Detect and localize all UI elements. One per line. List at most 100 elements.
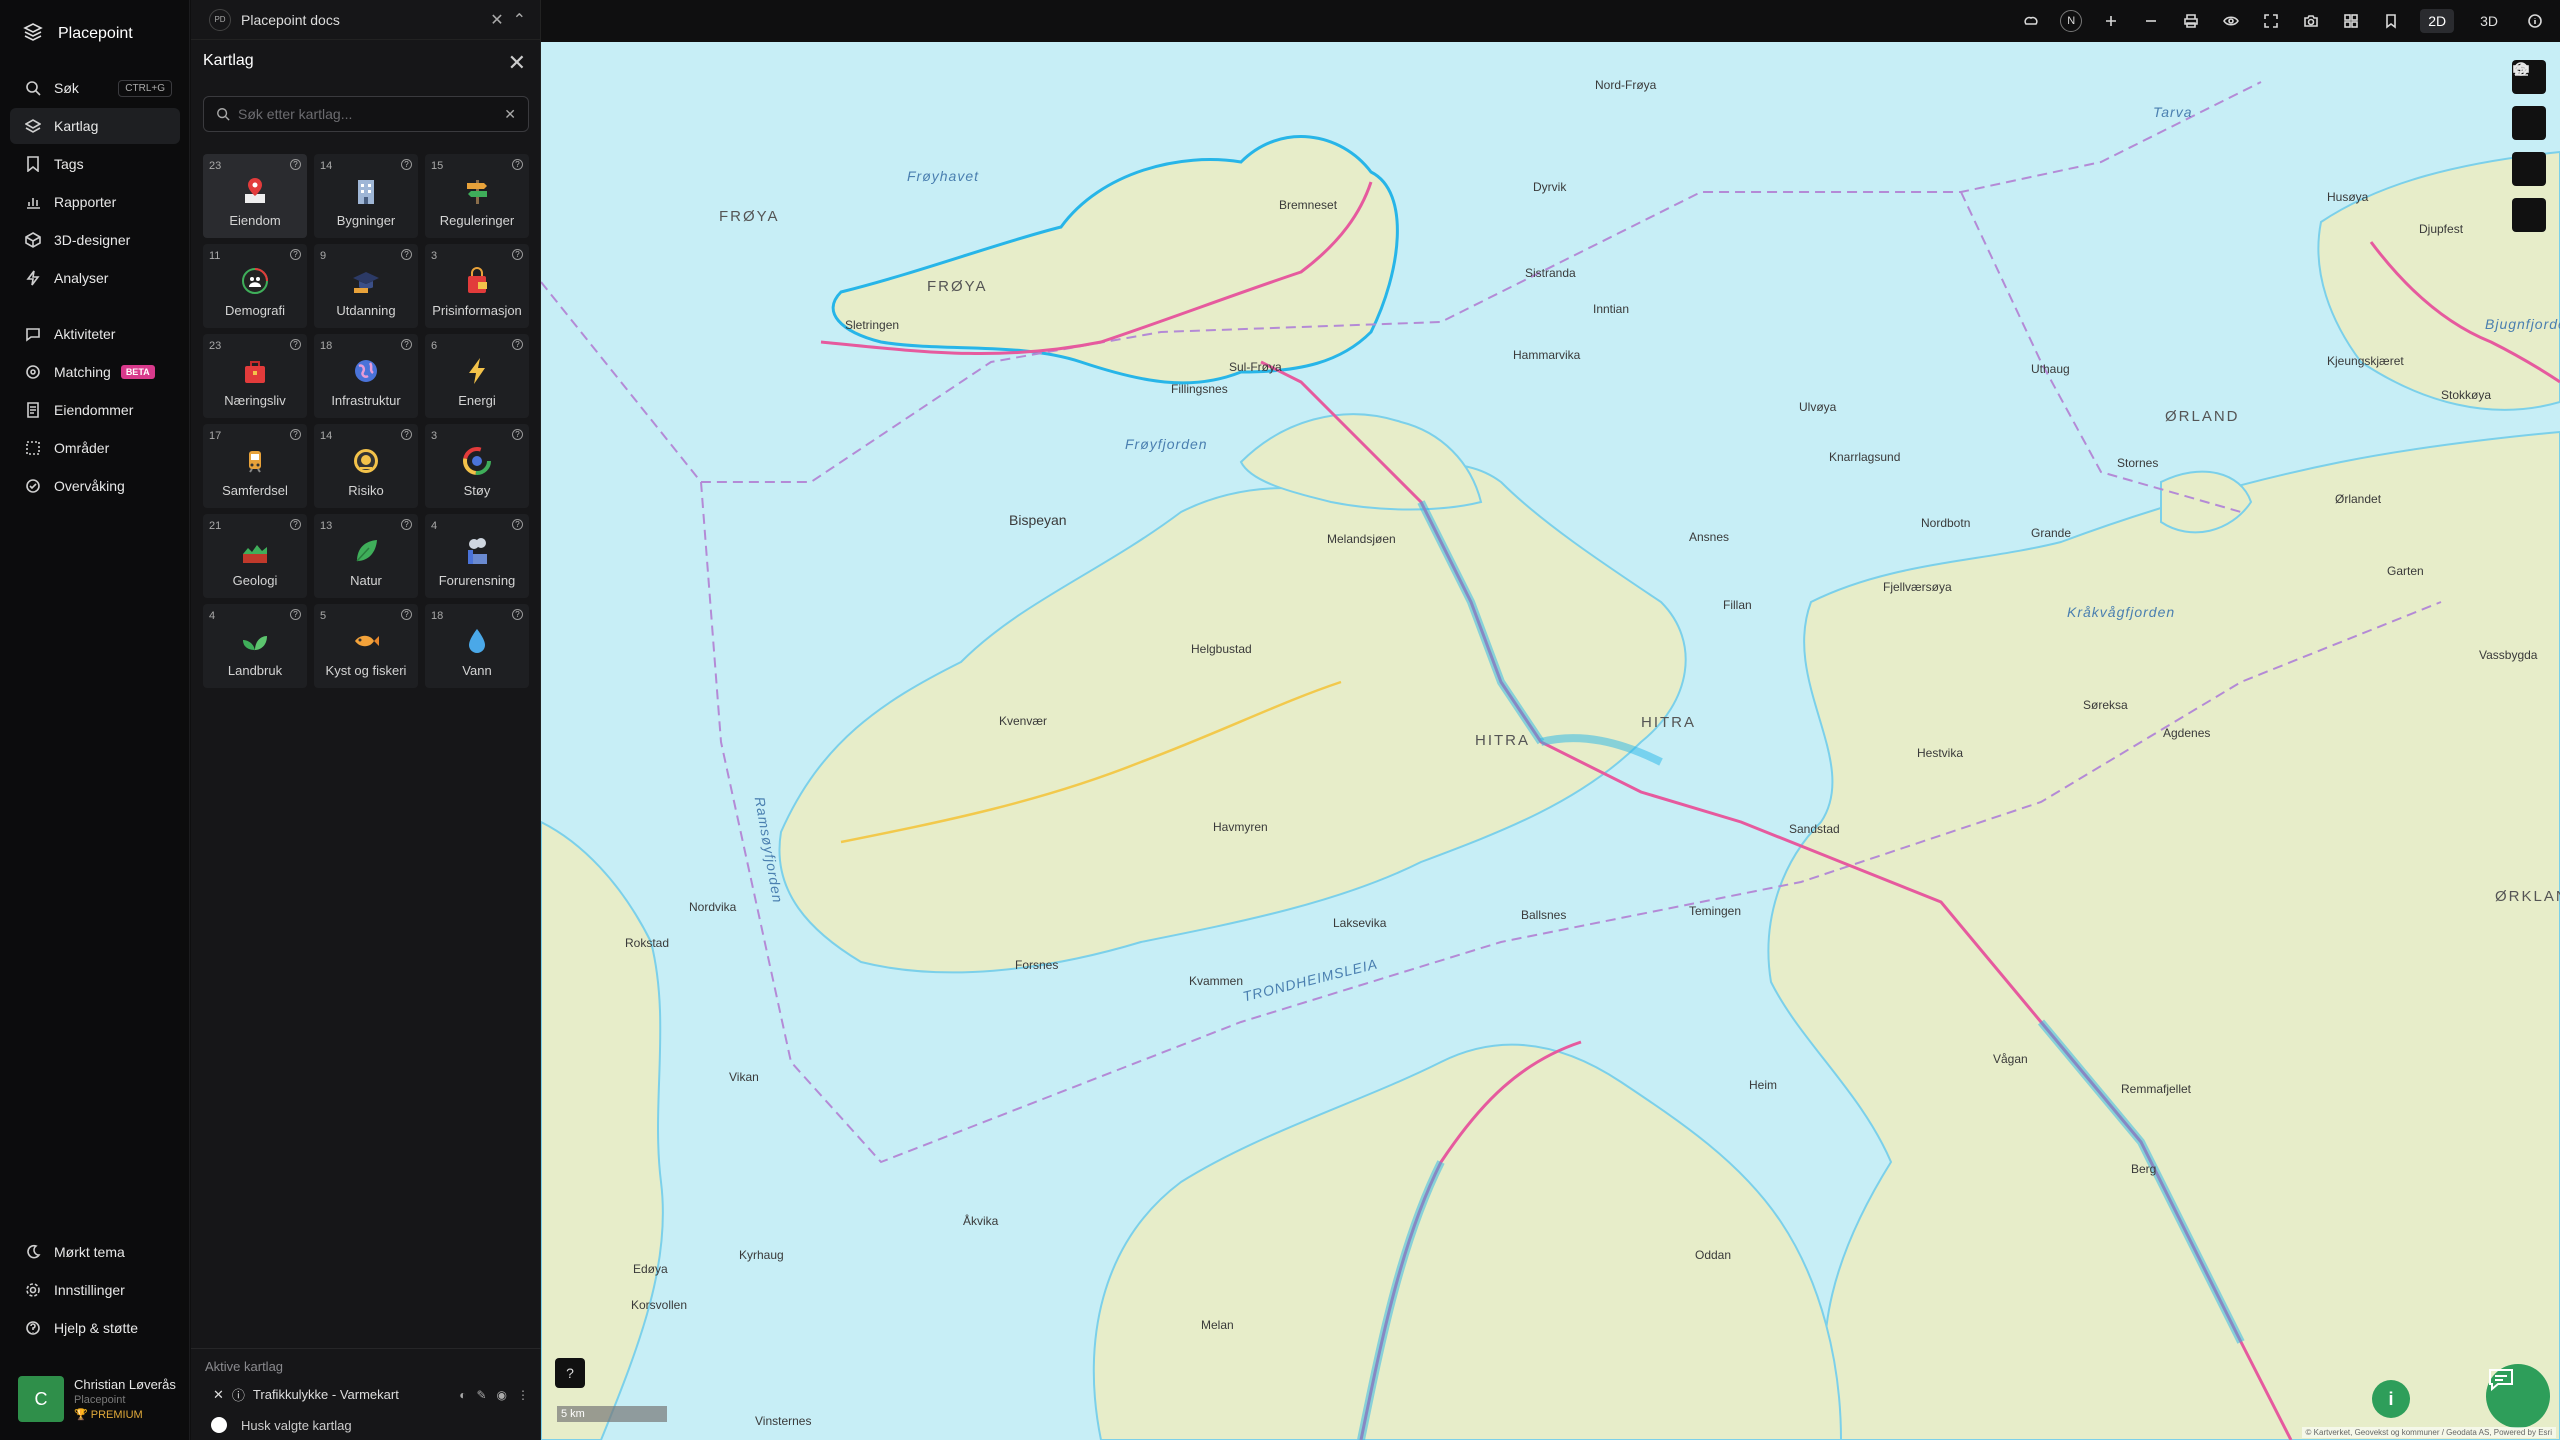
user-profile[interactable]: C Christian Løverås Placepoint 🏆 PREMIUM <box>18 1376 176 1422</box>
category-energi[interactable]: 6? Energi <box>425 334 529 418</box>
document-tab[interactable]: PD Placepoint docs ✕ ⌃ <box>191 0 540 40</box>
chart-tool-button[interactable] <box>2512 65 2546 186</box>
nav-matching[interactable]: Matching BETA <box>10 354 180 390</box>
compass-north-icon[interactable]: N <box>2060 10 2083 32</box>
category-natur[interactable]: 13? Natur <box>314 514 418 598</box>
opacity-icon[interactable]: ◐ <box>459 1388 466 1402</box>
info-icon[interactable]: ? <box>512 339 523 350</box>
nav-dark-theme[interactable]: Mørkt tema <box>10 1234 180 1270</box>
nav-help[interactable]: Hjelp & støtte <box>10 1310 180 1346</box>
nav-overvaking[interactable]: Overvåking <box>10 468 180 504</box>
close-doc-icon[interactable]: ✕ ⌃ <box>490 10 526 30</box>
edit-icon[interactable]: ✎ <box>476 1388 486 1402</box>
info-icon[interactable]: ? <box>290 429 301 440</box>
chat-fab[interactable] <box>2486 1364 2550 1428</box>
info-icon[interactable]: ? <box>401 609 412 620</box>
zoom-out-icon[interactable] <box>2140 10 2162 32</box>
search-icon <box>217 108 230 121</box>
area-icon <box>24 439 42 457</box>
info-icon[interactable]: ? <box>401 339 412 350</box>
remember-layers-toggle[interactable]: Husk valgte kartlag <box>211 1417 352 1433</box>
category-prisinformasjon[interactable]: 3? Prisinformasjon <box>425 244 529 328</box>
map-label-remmafjellet: Remmafjellet <box>2121 1082 2192 1096</box>
brand[interactable]: Placepoint <box>22 20 133 47</box>
info-icon[interactable]: ? <box>401 519 412 530</box>
info-icon[interactable]: ? <box>401 429 412 440</box>
map-label-inntian: Inntian <box>1593 302 1630 316</box>
category-count: 3 <box>431 250 438 262</box>
camera-icon[interactable] <box>2300 10 2322 32</box>
nav-search[interactable]: Søk CTRL+G <box>10 70 180 106</box>
category-samferdsel[interactable]: 17? Samferdsel <box>203 424 307 508</box>
map-label-laksevika: Laksevika <box>1333 916 1387 930</box>
map-label-sandstad: Sandstad <box>1789 822 1840 836</box>
category-risiko[interactable]: 14? Risiko <box>314 424 418 508</box>
map-label-froyfjorden: Frøyfjorden <box>1125 436 1208 452</box>
category-eiendom[interactable]: 23? Eiendom <box>203 154 307 238</box>
map-label-havmyren: Havmyren <box>1213 820 1268 834</box>
info-icon[interactable]: ? <box>290 609 301 620</box>
info-fab[interactable]: i <box>2372 1380 2410 1418</box>
remove-layer-icon[interactable]: ✕ <box>213 1387 224 1403</box>
info-icon[interactable]: ? <box>512 519 523 530</box>
eye-icon[interactable] <box>2220 10 2242 32</box>
category-count: 9 <box>320 250 327 262</box>
clear-search-icon[interactable]: ✕ <box>504 106 516 123</box>
category-infrastruktur[interactable]: 18? Infrastruktur <box>314 334 418 418</box>
nav-aktiviteter[interactable]: Aktiviteter <box>10 316 180 352</box>
print-icon[interactable] <box>2180 10 2202 32</box>
draw-tool-button[interactable] <box>2512 62 2546 232</box>
nav-omrader[interactable]: Områder <box>10 430 180 466</box>
category-forurensning[interactable]: 4? Forurensning <box>425 514 529 598</box>
layer-info-icon[interactable]: ⓘ <box>232 1385 245 1404</box>
info-icon[interactable]: ? <box>512 159 523 170</box>
weather-layer-icon[interactable] <box>2020 10 2042 32</box>
info-icon[interactable]: ? <box>290 159 301 170</box>
category-vann[interactable]: 18? Vann <box>425 604 529 688</box>
layer-search-input[interactable] <box>238 106 498 122</box>
view-2d-button[interactable]: 2D <box>2420 9 2455 33</box>
nav-kartlag[interactable]: Kartlag <box>10 108 180 144</box>
info-icon[interactable]: ? <box>401 159 412 170</box>
info-icon[interactable]: ? <box>512 609 523 620</box>
category-geologi[interactable]: 21? Geologi <box>203 514 307 598</box>
measure-tool-button[interactable] <box>2512 65 2546 140</box>
info-icon[interactable]: ? <box>401 249 412 260</box>
map-help-button[interactable]: ? <box>555 1358 585 1388</box>
view-3d-button[interactable]: 3D <box>2472 9 2506 33</box>
toggle-knob[interactable] <box>211 1417 227 1433</box>
nav-eiendommer[interactable]: Eiendommer <box>10 392 180 428</box>
info-icon[interactable]: ? <box>512 249 523 260</box>
grid-layout-icon[interactable] <box>2340 10 2362 32</box>
active-layer-row[interactable]: ✕ ⓘ Trafikkulykke - Varmekart ◐ ✎ ◉ ⋮ <box>213 1385 529 1404</box>
info-icon[interactable]: ? <box>290 339 301 350</box>
nav-3d-designer[interactable]: 3D-designer <box>10 222 180 258</box>
monitor-check-icon <box>24 477 42 495</box>
more-options-icon[interactable]: ⋮ <box>517 1388 529 1402</box>
category-stoy[interactable]: 3? Støy <box>425 424 529 508</box>
category-naeringsliv[interactable]: 23? Næringsliv <box>203 334 307 418</box>
map-label-sistranda: Sistranda <box>1525 266 1576 280</box>
category-kyst-og-fiskeri[interactable]: 5? Kyst og fiskeri <box>314 604 418 688</box>
nav-rapporter[interactable]: Rapporter <box>10 184 180 220</box>
category-demografi[interactable]: 11? Demografi <box>203 244 307 328</box>
category-landbruk[interactable]: 4? Landbruk <box>203 604 307 688</box>
category-utdanning[interactable]: 9? Utdanning <box>314 244 418 328</box>
zoom-in-icon[interactable] <box>2100 10 2122 32</box>
fullscreen-icon[interactable] <box>2260 10 2282 32</box>
category-label: Støy <box>463 483 491 498</box>
info-icon[interactable]: ? <box>290 519 301 530</box>
info-icon[interactable]: ? <box>290 249 301 260</box>
nav-tags[interactable]: Tags <box>10 146 180 182</box>
info-icon[interactable]: ? <box>512 429 523 440</box>
map-canvas[interactable]: Frøyhavet FRØYA FRØYA Frøyfjorden HITRA … <box>541 42 2560 1440</box>
doc-title: Placepoint docs <box>241 11 340 28</box>
info-icon[interactable] <box>2524 10 2546 32</box>
nav-settings[interactable]: Innstillinger <box>10 1272 180 1308</box>
nav-analyser[interactable]: Analyser <box>10 260 180 296</box>
visibility-eye-icon[interactable]: ◉ <box>497 1388 507 1402</box>
close-panel-icon[interactable]: ✕ <box>508 50 526 76</box>
category-reguleringer[interactable]: 15? Reguleringer <box>425 154 529 238</box>
bookmark-icon[interactable] <box>2380 10 2402 32</box>
category-bygninger[interactable]: 14? Bygninger <box>314 154 418 238</box>
